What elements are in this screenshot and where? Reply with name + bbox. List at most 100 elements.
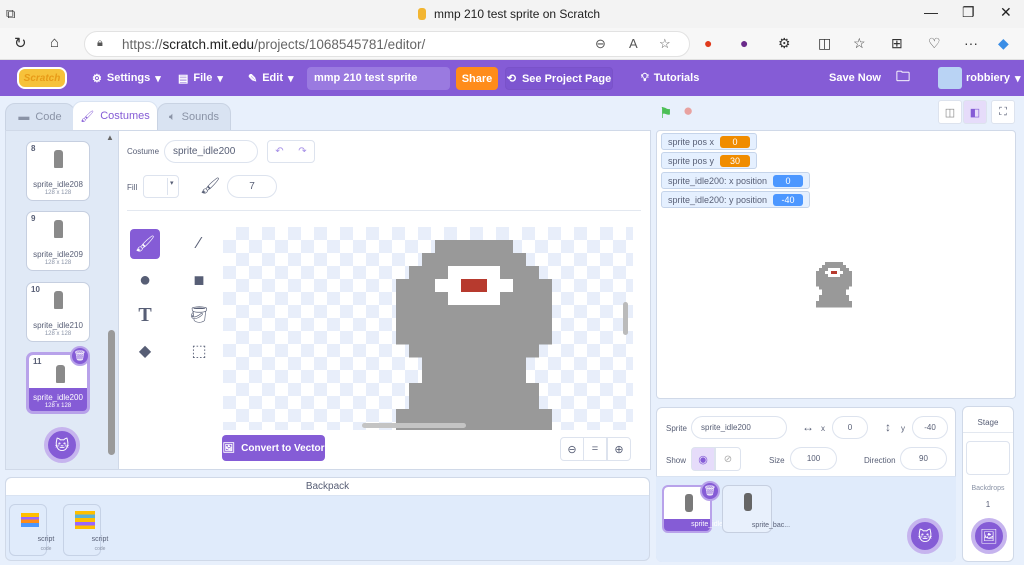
delete-costume-button[interactable]: 🗑︎ [70, 346, 90, 366]
variable-monitor[interactable]: sprite_idle200: x position 0 [661, 172, 811, 189]
restore-icon[interactable]: ❐ [962, 4, 975, 21]
choose-costume-button[interactable]: 🐱︎ [44, 427, 80, 463]
settings-menu[interactable]: ⚙ Settings ▾ [92, 60, 161, 96]
stage-sprite-eye-white [828, 268, 840, 271]
canvas-horizontal-scrollbar[interactable] [362, 423, 466, 428]
costume-item[interactable]: 10 sprite_idle210 128 x 128 [26, 282, 90, 342]
lightbulb-icon: 💡︎ [641, 71, 649, 84]
hide-sprite-button[interactable]: ⊘ [715, 447, 741, 471]
convert-to-vector-button[interactable]: 🖼︎ Convert to Vector [222, 435, 325, 461]
small-stage-button[interactable]: ◫ [938, 100, 962, 124]
refresh-icon[interactable]: ↻ [14, 34, 27, 52]
costume-item[interactable]: 8 sprite_idle208 128 x 128 [26, 141, 90, 201]
project-title-input[interactable]: mmp 210 test sprite [307, 67, 450, 90]
save-now-button[interactable]: Save Now [829, 60, 881, 96]
costume-list-scrollbar[interactable]: ▲ [106, 130, 118, 470]
undo-icon[interactable]: ↶ [275, 146, 283, 157]
extension-bucket-icon[interactable]: ● [740, 35, 748, 51]
tab-costumes[interactable]: 🖌︎ Costumes [72, 101, 158, 131]
select-tool[interactable]: ⬚ [184, 336, 214, 366]
brush-tool[interactable]: 🖌︎ [130, 229, 160, 259]
rectangle-tool[interactable]: ■ [184, 265, 214, 295]
zoom-page-icon[interactable]: ⊖ [595, 36, 606, 52]
tab-sounds[interactable]: 🔈︎ Sounds [157, 103, 231, 131]
costume-list: 8 sprite_idle208 128 x 128 9 sprite_idle… [5, 130, 118, 470]
favorite-star-icon[interactable]: ☆ [659, 36, 671, 52]
extension-red-icon[interactable]: ● [704, 35, 712, 51]
costume-name: sprite_idle209 [33, 250, 83, 259]
tab-actions-icon[interactable]: ⧉ [6, 6, 15, 22]
scratch-logo[interactable]: Scratch [17, 67, 67, 89]
stage-thumbnail[interactable] [966, 441, 1010, 475]
more-menu-icon[interactable]: ··· [964, 35, 978, 51]
backpack-item-name: script [37, 536, 55, 543]
backpack-item-type: code [94, 546, 106, 552]
share-button[interactable]: Share [456, 67, 498, 90]
costume-name-input[interactable]: sprite_idle200 [164, 140, 258, 163]
url-text[interactable]: https://scratch.mit.edu/projects/1068545… [122, 37, 425, 52]
variable-monitor[interactable]: sprite_idle200: y position -40 [661, 191, 811, 208]
copilot-icon[interactable]: ◆ [998, 35, 1009, 52]
scrollbar-thumb[interactable] [108, 330, 115, 455]
cat-add-icon: 🐱︎ [917, 527, 933, 544]
eraser-tool[interactable]: ◆ [130, 336, 160, 366]
x-position-input[interactable]: 0 [832, 416, 868, 439]
zoom-reset-button[interactable]: = [583, 437, 607, 461]
choose-backdrop-button[interactable]: 🖼︎ [971, 518, 1007, 554]
zoom-out-button[interactable]: ⊖ [560, 437, 584, 461]
delete-sprite-button[interactable]: 🗑︎ [700, 481, 720, 501]
backpack-header[interactable]: Backpack [6, 478, 649, 496]
user-avatar[interactable] [938, 67, 962, 89]
fill-color-picker[interactable]: ▾ [143, 175, 179, 198]
backpack-item[interactable]: script code [63, 504, 108, 556]
redo-icon[interactable]: ↷ [298, 146, 306, 157]
backpack-item[interactable]: script code [9, 504, 54, 556]
edit-menu[interactable]: ✎ Edit ▾ [248, 60, 294, 96]
brush-size-icon: 🖌︎ [200, 178, 221, 195]
size-input[interactable]: 100 [790, 447, 837, 470]
fullscreen-button[interactable]: ⛶ [991, 100, 1015, 124]
y-position-input[interactable]: -40 [912, 416, 948, 439]
brush-size-input[interactable]: 7 [227, 175, 277, 198]
see-project-page-button[interactable]: ⟲ See Project Page [505, 67, 613, 90]
fill-tool[interactable]: 🪣︎ [184, 300, 214, 330]
scroll-up-arrow-icon[interactable]: ▲ [106, 133, 114, 142]
sprite-tile[interactable]: sprite_bac... [722, 485, 790, 533]
stop-icon[interactable]: ● [683, 101, 693, 121]
stage[interactable]: sprite pos x 0 sprite pos y 30 sprite_idle… [656, 130, 1016, 399]
close-window-icon[interactable]: ✕ [1000, 4, 1012, 21]
file-menu[interactable]: ▤ File ▾ [178, 60, 223, 96]
browser-tab-title[interactable]: mmp 210 test sprite on Scratch [418, 7, 600, 21]
costume-item[interactable]: 9 sprite_idle209 128 x 128 [26, 211, 90, 271]
tutorials-button[interactable]: 💡︎ Tutorials [641, 60, 699, 96]
canvas-vertical-scrollbar[interactable] [623, 302, 628, 335]
address-bar[interactable]: 🔒︎ https://scratch.mit.edu/projects/1068… [84, 31, 690, 57]
normal-stage-button[interactable]: ◧ [963, 100, 987, 124]
collections-icon[interactable]: ⊞ [891, 35, 903, 52]
read-aloud-icon[interactable]: A [629, 36, 638, 51]
choose-sprite-button[interactable]: 🐱︎ [907, 518, 943, 554]
minimize-icon[interactable]: — [924, 4, 938, 20]
browser-essentials-icon[interactable]: ♡ [928, 35, 941, 52]
tab-code[interactable]: ▬ Code [5, 103, 75, 131]
zoom-in-button[interactable]: ⊕ [607, 437, 631, 461]
paint-canvas[interactable] [223, 227, 633, 430]
favorites-icon[interactable]: ☆ [853, 35, 866, 52]
home-icon[interactable]: ⌂ [50, 34, 59, 51]
account-menu[interactable]: robbiery ▾ [966, 60, 1021, 96]
direction-input[interactable]: 90 [900, 447, 947, 470]
circle-icon: ● [138, 268, 152, 291]
lock-icon[interactable]: 🔒︎ [97, 37, 103, 50]
line-tool[interactable]: ⁄ [184, 229, 214, 259]
stage-sprite[interactable] [815, 260, 855, 340]
green-flag-icon[interactable]: ⚑ [659, 104, 672, 122]
sprite-name-input[interactable]: sprite_idle200 [691, 416, 787, 439]
extensions-icon[interactable]: ⚙ [778, 35, 791, 52]
show-sprite-button[interactable]: ◉ [691, 447, 715, 471]
circle-tool[interactable]: ● [130, 265, 160, 295]
variable-monitor[interactable]: sprite pos y 30 [661, 152, 758, 169]
variable-monitor[interactable]: sprite pos x 0 [661, 133, 758, 150]
split-screen-icon[interactable]: ◫ [818, 35, 831, 52]
my-stuff-folder-icon[interactable]: 🗀 [896, 60, 910, 96]
text-tool[interactable]: T [130, 300, 160, 330]
